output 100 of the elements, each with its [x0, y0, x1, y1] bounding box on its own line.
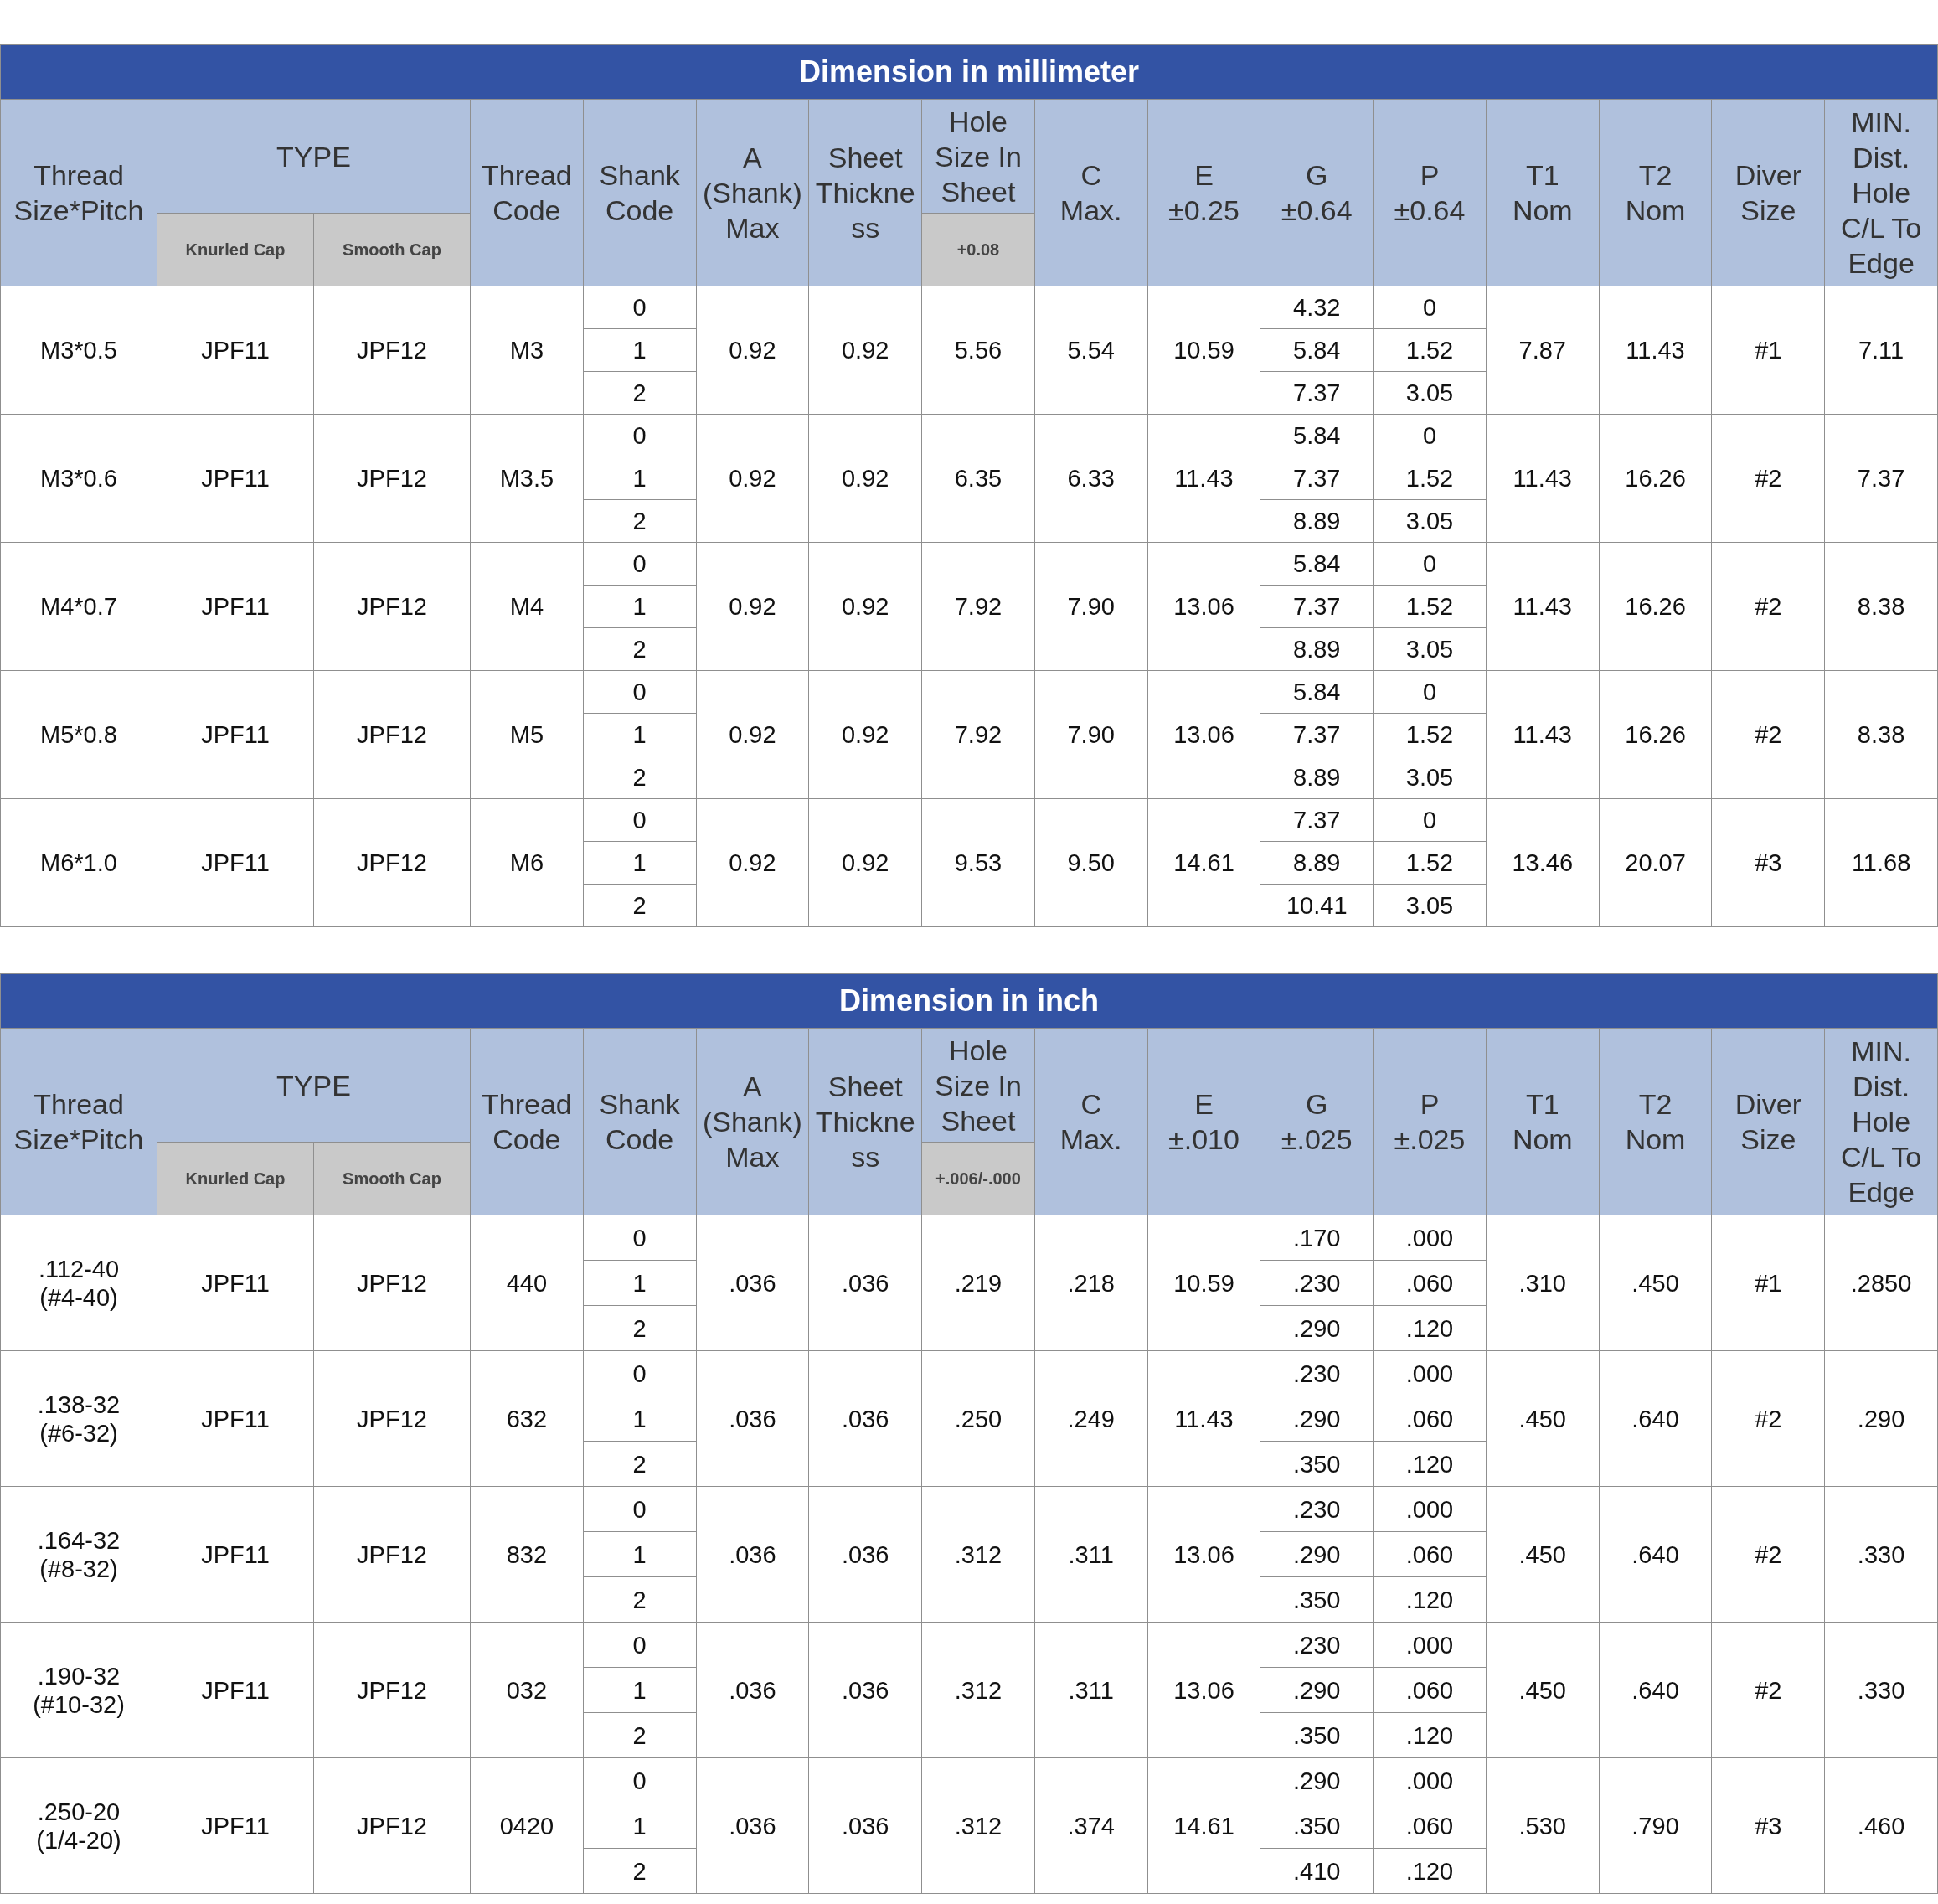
table-cell: .112-40 (#4-40) [0, 1215, 157, 1351]
table-cell: M4 [470, 542, 584, 671]
table-cell: 4.32 [1260, 286, 1374, 329]
table-cell: .290 [1260, 1305, 1374, 1351]
table-cell: 7.37 [1260, 457, 1374, 500]
table-cell: 0.92 [696, 414, 809, 543]
table-cell: 8.89 [1260, 756, 1374, 799]
table-cell: 0420 [470, 1757, 584, 1894]
table-cell: #2 [1711, 1486, 1825, 1623]
table-cell: M6 [470, 798, 584, 927]
column-header: T1 Nom [1486, 1028, 1600, 1215]
table-cell: .060 [1373, 1531, 1487, 1577]
column-header: Diver Size [1711, 99, 1825, 286]
table-cell: 0.92 [696, 542, 809, 671]
table-cell: 5.56 [921, 286, 1035, 415]
table-cell: 11.43 [1486, 414, 1600, 543]
column-header: TYPE [157, 99, 471, 214]
table-cell: .350 [1260, 1803, 1374, 1849]
table-cell: 3.05 [1373, 756, 1487, 799]
table-cell: #2 [1711, 670, 1825, 799]
table-title: Dimension in millimeter [0, 44, 1938, 100]
table-cell: 16.26 [1599, 670, 1712, 799]
table-cell: 3.05 [1373, 884, 1487, 927]
table-cell: 1 [583, 1803, 697, 1849]
table-cell: 7.37 [1260, 713, 1374, 756]
table-cell: .249 [1034, 1350, 1148, 1487]
column-header: Smooth Cap [313, 1142, 471, 1215]
table-cell: 0.92 [808, 670, 922, 799]
table-cell: .290 [1260, 1396, 1374, 1442]
table-cell: 7.37 [1260, 798, 1374, 842]
table-cell: .036 [696, 1215, 809, 1351]
table-cell: 8.89 [1260, 627, 1374, 671]
table-cell: 6.35 [921, 414, 1035, 543]
table-cell: .036 [696, 1622, 809, 1758]
table-cell: 0.92 [696, 798, 809, 927]
table-title: Dimension in inch [0, 973, 1938, 1029]
table-cell: 1.52 [1373, 713, 1487, 756]
column-header: G ±.025 [1260, 1028, 1374, 1215]
table-cell: 0.92 [808, 286, 922, 415]
table-cell: .250 [921, 1350, 1035, 1487]
table-cell: 0 [1373, 286, 1487, 329]
column-header: T2 Nom [1599, 99, 1712, 286]
table-cell: 632 [470, 1350, 584, 1487]
column-header: Smooth Cap [313, 213, 471, 286]
table-cell: JPF11 [157, 1622, 314, 1758]
table-cell: .350 [1260, 1712, 1374, 1758]
table-cell: .2850 [1824, 1215, 1938, 1351]
table-cell: 8.38 [1824, 542, 1938, 671]
table-cell: 2 [583, 1441, 697, 1487]
table-cell: 16.26 [1599, 542, 1712, 671]
table-cell: 0 [583, 670, 697, 714]
table-cell: 1.52 [1373, 585, 1487, 628]
table-cell: 0.92 [808, 414, 922, 543]
table-cell: .311 [1034, 1622, 1148, 1758]
table-cell: 5.84 [1260, 542, 1374, 586]
table-cell: 7.92 [921, 542, 1035, 671]
table-cell: .120 [1373, 1712, 1487, 1758]
table-cell: 2 [583, 1576, 697, 1623]
table-cell: .060 [1373, 1260, 1487, 1306]
table-cell: 5.84 [1260, 414, 1374, 457]
table-cell: 1 [583, 1667, 697, 1713]
table-cell: JPF11 [157, 1215, 314, 1351]
column-header: C Max. [1034, 99, 1148, 286]
table-cell: JPF11 [157, 286, 314, 415]
table-cell: .219 [921, 1215, 1035, 1351]
table-cell: #3 [1711, 798, 1825, 927]
table-cell: .036 [808, 1215, 922, 1351]
table-cell: M6*1.0 [0, 798, 157, 927]
table-cell: 2 [583, 627, 697, 671]
table-cell: 11.43 [1486, 670, 1600, 799]
table-cell: .330 [1824, 1622, 1938, 1758]
table-cell: .290 [1260, 1757, 1374, 1803]
table-cell: .060 [1373, 1396, 1487, 1442]
table-cell: 13.06 [1147, 1622, 1260, 1758]
table-cell: .036 [808, 1486, 922, 1623]
table-cell: 11.43 [1599, 286, 1712, 415]
column-header: Hole Size In Sheet [921, 1028, 1035, 1143]
table-cell: 1 [583, 841, 697, 885]
table-cell: .218 [1034, 1215, 1148, 1351]
table-cell: 8.89 [1260, 499, 1374, 543]
column-header: G ±0.64 [1260, 99, 1374, 286]
column-header: T2 Nom [1599, 1028, 1712, 1215]
table-cell: 3.05 [1373, 371, 1487, 415]
table-cell: 7.37 [1824, 414, 1938, 543]
table-cell: #1 [1711, 1215, 1825, 1351]
table-cell: .060 [1373, 1667, 1487, 1713]
table-cell: 11.68 [1824, 798, 1938, 927]
table-cell: 1 [583, 328, 697, 372]
table-cell: .036 [696, 1350, 809, 1487]
table-cell: 0 [583, 1757, 697, 1803]
table-cell: M3.5 [470, 414, 584, 543]
column-header: Knurled Cap [157, 213, 314, 286]
table-cell: 2 [583, 1712, 697, 1758]
table-cell: 0 [583, 542, 697, 586]
table-cell: 2 [583, 499, 697, 543]
table-cell: 0 [583, 1622, 697, 1668]
column-header: A (Shank) Max [696, 1028, 809, 1215]
table-cell: 10.59 [1147, 286, 1260, 415]
table-cell: .460 [1824, 1757, 1938, 1894]
table-cell: JPF12 [313, 1757, 471, 1894]
